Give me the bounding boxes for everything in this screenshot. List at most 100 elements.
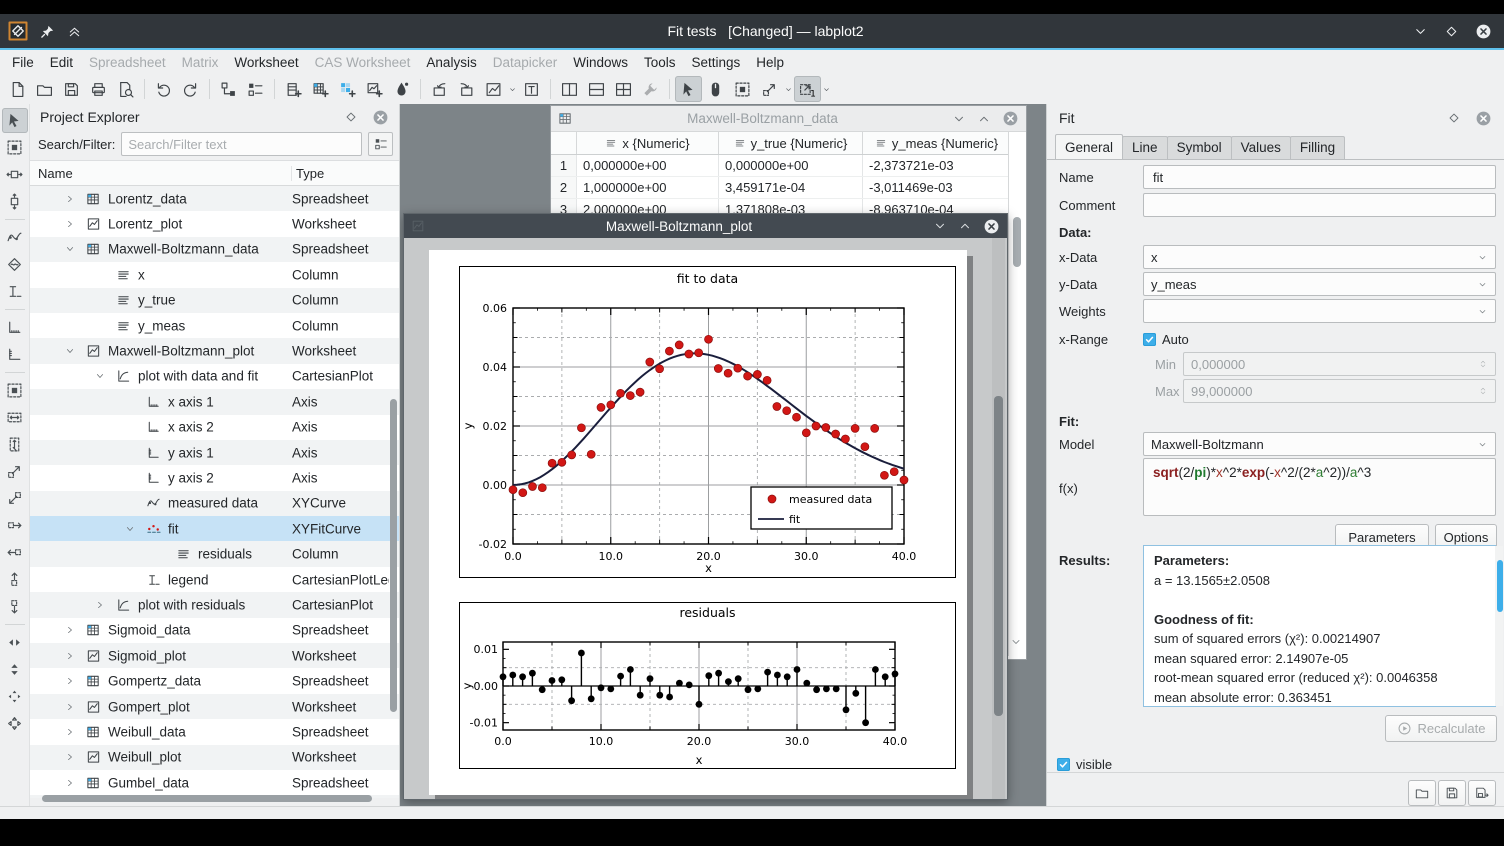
- new-project-button[interactable]: [4, 76, 31, 102]
- save-function-button[interactable]: [1438, 780, 1466, 806]
- menu-file[interactable]: File: [4, 52, 42, 73]
- add-vertical-axis-button[interactable]: [2, 342, 28, 367]
- column-header-type[interactable]: Type: [292, 166, 399, 181]
- presenter-mode-dropdown-icon[interactable]: [821, 76, 832, 102]
- menu-settings[interactable]: Settings: [684, 52, 749, 73]
- tree-horizontal-scrollbar[interactable]: [30, 792, 400, 804]
- minimize-icon[interactable]: [1413, 24, 1428, 39]
- auto-scale-x-button[interactable]: [2, 630, 28, 655]
- navigation-mode-button[interactable]: [702, 76, 729, 102]
- add-legend-button[interactable]: [2, 279, 28, 304]
- pin-icon[interactable]: [40, 24, 55, 39]
- tree-item-x[interactable]: xColumn: [30, 262, 399, 287]
- float-panel-icon[interactable]: [1447, 111, 1461, 125]
- close-icon[interactable]: [983, 218, 1000, 235]
- redo-button[interactable]: [177, 76, 204, 102]
- tab-values[interactable]: Values: [1231, 136, 1291, 159]
- row-number[interactable]: 2: [551, 177, 577, 198]
- zoom-region-mode-dropdown-icon[interactable]: [783, 76, 794, 102]
- expander-right-icon[interactable]: [64, 675, 76, 687]
- add-xy-curve-button[interactable]: [2, 225, 28, 250]
- auto-range-checkbox[interactable]: [1143, 333, 1156, 346]
- comment-field[interactable]: [1151, 197, 1488, 214]
- filter-options-button[interactable]: [368, 132, 393, 156]
- split-view-horizontal-button[interactable]: [583, 76, 610, 102]
- shift-left-button[interactable]: [2, 540, 28, 565]
- zoom-region-mode-button[interactable]: [756, 76, 783, 102]
- tab-symbol[interactable]: Symbol: [1167, 136, 1232, 159]
- tree-header[interactable]: Name Type: [30, 160, 399, 186]
- expander-right-icon[interactable]: [64, 218, 76, 230]
- new-datapicker-button[interactable]: [388, 76, 415, 102]
- toggle-properties-explorer-button[interactable]: [242, 76, 269, 102]
- expander-down-icon[interactable]: [94, 370, 106, 382]
- expander-right-icon[interactable]: [64, 624, 76, 636]
- import-data-button[interactable]: [426, 76, 453, 102]
- open-project-button[interactable]: [31, 76, 58, 102]
- zoom-select-x-region-button[interactable]: [2, 405, 28, 430]
- save-project-button[interactable]: [58, 76, 85, 102]
- split-view-grid-button[interactable]: [610, 76, 637, 102]
- new-spreadsheet-button[interactable]: [307, 76, 334, 102]
- expander-right-icon[interactable]: [64, 777, 76, 789]
- minimize-icon[interactable]: [933, 219, 947, 233]
- expander-down-icon[interactable]: [124, 523, 136, 535]
- cell[interactable]: -2,373721e-03: [863, 155, 1011, 176]
- maximize-icon[interactable]: [977, 112, 991, 126]
- worksheet-window[interactable]: Maxwell-Boltzmann_plot fit to data0.010.…: [403, 213, 1008, 800]
- add-equation-curve-button[interactable]: [2, 252, 28, 277]
- worksheet-scrollbar-thumb[interactable]: [994, 396, 1003, 716]
- maximize-icon[interactable]: [1444, 24, 1459, 39]
- cell[interactable]: 1,000000e+00: [577, 177, 719, 198]
- export-button[interactable]: [453, 76, 480, 102]
- new-workbook-button[interactable]: [280, 76, 307, 102]
- formula-editor[interactable]: sqrt(2/pi)*x^2*exp(-x^2/(2*a^2))/a^3: [1143, 458, 1496, 516]
- tree-item-x-axis-2[interactable]: x axis 2Axis: [30, 415, 399, 440]
- tree-item-weibull-data[interactable]: Weibull_dataSpreadsheet: [30, 719, 399, 744]
- tree-item-sigmoid-data[interactable]: Sigmoid_dataSpreadsheet: [30, 618, 399, 643]
- expander-right-icon[interactable]: [64, 193, 76, 205]
- min-field[interactable]: 0,000000: [1183, 352, 1496, 376]
- new-text-label-button[interactable]: [518, 76, 545, 102]
- expander-down-icon[interactable]: [64, 345, 76, 357]
- tree-item-lorentz-plot[interactable]: Lorentz_plotWorksheet: [30, 211, 399, 236]
- tree-item-weibull-plot[interactable]: Weibull_plotWorksheet: [30, 745, 399, 770]
- auto-scale-all-button[interactable]: [2, 711, 28, 736]
- tree-vertical-scrollbar[interactable]: [390, 399, 397, 712]
- save-as-function-button[interactable]: [1468, 780, 1496, 806]
- vertical-resize-mode-button[interactable]: [2, 189, 28, 214]
- menu-worksheet[interactable]: Worksheet: [226, 52, 306, 73]
- menu-analysis[interactable]: Analysis: [418, 52, 484, 73]
- tab-line[interactable]: Line: [1122, 136, 1168, 159]
- spreadsheet-window-titlebar[interactable]: Maxwell-Boltzmann_data: [551, 106, 1026, 132]
- configure-button[interactable]: [637, 76, 664, 102]
- tree-item-residuals[interactable]: residualsColumn: [30, 541, 399, 566]
- horizontal-resize-mode-button[interactable]: [2, 162, 28, 187]
- expander-right-icon[interactable]: [94, 599, 106, 611]
- cell[interactable]: -3,011469e-03: [863, 177, 1011, 198]
- cell[interactable]: 0,000000e+00: [719, 155, 863, 176]
- toggle-project-explorer-button[interactable]: [215, 76, 242, 102]
- shift-down-button[interactable]: [2, 594, 28, 619]
- auto-scale-y-button[interactable]: [2, 657, 28, 682]
- close-panel-icon[interactable]: [1475, 110, 1492, 127]
- worksheet-window-titlebar[interactable]: Maxwell-Boltzmann_plot: [404, 214, 1007, 238]
- zoom-select-y-region-button[interactable]: [2, 432, 28, 457]
- spreadsheet-vertical-scrollbar[interactable]: [1008, 132, 1026, 656]
- search-input[interactable]: [121, 132, 362, 156]
- menu-windows[interactable]: Windows: [565, 52, 636, 73]
- column-header-x[interactable]: x {Numeric}: [577, 132, 719, 154]
- worksheet-view[interactable]: fit to data0.010.020.030.040.0-0.020.000…: [404, 238, 1007, 799]
- worksheet-page[interactable]: fit to data0.010.020.030.040.0-0.020.000…: [429, 250, 967, 795]
- menu-tools[interactable]: Tools: [636, 52, 684, 73]
- expander-right-icon[interactable]: [64, 751, 76, 763]
- tree-item-measured-data[interactable]: measured dataXYCurve: [30, 491, 399, 516]
- cell[interactable]: 3,459171e-04: [719, 177, 863, 198]
- load-function-button[interactable]: [1408, 780, 1436, 806]
- select-mode-button[interactable]: [2, 108, 28, 133]
- tree-item-y-axis-2[interactable]: y axis 2Axis: [30, 465, 399, 490]
- residuals-plot[interactable]: residuals0.010.020.030.040.0-0.010.000.0…: [459, 602, 956, 769]
- expander-right-icon[interactable]: [64, 726, 76, 738]
- new-matrix-button[interactable]: [334, 76, 361, 102]
- tree-item-y-true[interactable]: y_trueColumn: [30, 288, 399, 313]
